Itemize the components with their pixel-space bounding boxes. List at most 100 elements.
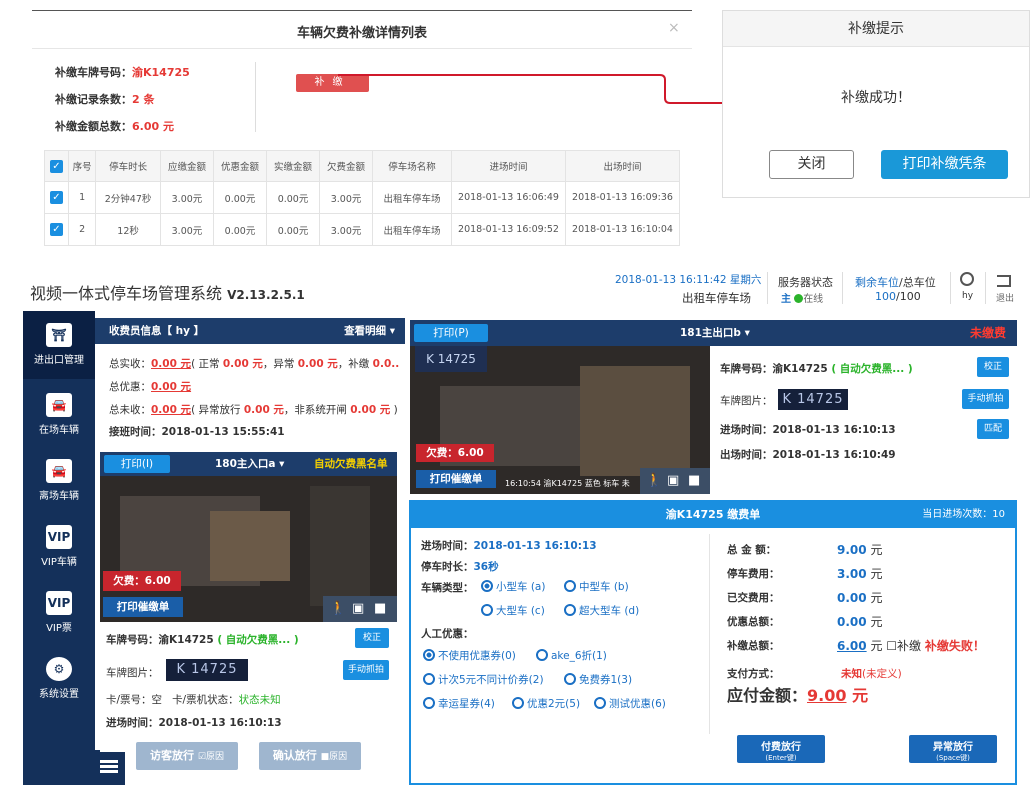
- card-label: 卡/票号：空: [106, 694, 163, 706]
- pay-duration: 停车时长：36秒: [421, 559, 499, 574]
- exit-print-button[interactable]: 打印(P): [414, 324, 488, 342]
- discount-label: 人工优惠：: [421, 628, 474, 640]
- sidebar-item-settings[interactable]: ⚙ 系统设置: [23, 653, 95, 700]
- prompt-title: 补缴提示: [723, 11, 1029, 47]
- coupon-option[interactable]: 测试优惠(6): [594, 696, 666, 711]
- exit-urge-print-button[interactable]: 打印催缴单: [416, 470, 496, 488]
- logout-label[interactable]: 退出: [996, 291, 1014, 304]
- coupon-option[interactable]: 不使用优惠券(0): [423, 648, 516, 663]
- radio-icon[interactable]: [512, 697, 524, 709]
- vehicle-type-medium[interactable]: 中型车 (b): [564, 579, 629, 594]
- radio-icon[interactable]: [481, 580, 493, 592]
- radio-icon[interactable]: [423, 673, 435, 685]
- sidebar-item-gate[interactable]: ⛩ 进出口管理: [23, 311, 95, 379]
- menu-icon[interactable]: [100, 760, 118, 763]
- entry-verify-button[interactable]: 校正: [355, 628, 389, 648]
- exit-match-button[interactable]: 匹配: [977, 419, 1009, 439]
- plate-note: ( 自动欠费黑... ): [831, 363, 913, 375]
- radio-icon[interactable]: [564, 673, 576, 685]
- row-checkbox[interactable]: ✓: [44, 181, 69, 214]
- entry-status: 自动欠费黑名单: [314, 458, 388, 470]
- exit-plate: 车牌号码：渝K14725 ( 自动欠费黑... ): [720, 361, 913, 376]
- print-receipt-button[interactable]: 打印补缴凭条: [881, 150, 1008, 179]
- vip-icon: VIP: [46, 525, 72, 549]
- sidebar-item-vip-car[interactable]: VIP VIP车辆: [23, 521, 95, 568]
- camera-scene: [310, 486, 370, 606]
- spaces-remaining: 100: [875, 290, 896, 303]
- radio-icon[interactable]: [564, 580, 576, 592]
- row-checkbox[interactable]: ✓: [44, 213, 69, 246]
- supp-checkbox[interactable]: ☐补缴: [886, 639, 921, 653]
- select-all-checkbox[interactable]: ✓: [44, 150, 69, 182]
- entry-gate-select[interactable]: 180主入口a ▾: [215, 452, 284, 476]
- online-dot-icon: [794, 294, 804, 303]
- user-icon[interactable]: [960, 272, 974, 286]
- radio-icon[interactable]: [481, 604, 493, 616]
- sidebar-item-departed[interactable]: 🚘 离场车辆: [23, 455, 95, 502]
- total-amount-label: 总 金 额：: [727, 544, 777, 556]
- entry-print-button[interactable]: 打印(I): [104, 455, 170, 473]
- person-icon[interactable]: 🚶: [330, 601, 346, 616]
- radio-icon[interactable]: [594, 697, 606, 709]
- entry-toolbar: 打印(I) 180主入口a ▾ 自动欠费黑名单: [100, 452, 397, 476]
- visitor-release-button[interactable]: 访客放行 ☑原因: [136, 742, 238, 770]
- radio-icon[interactable]: [423, 697, 435, 709]
- server-status: 主 在线: [781, 290, 823, 305]
- entry-plate: 车牌号码：渝K14725 ( 自动欠费黑... ): [106, 632, 299, 647]
- entry-urge-print-button[interactable]: 打印催缴单: [103, 597, 183, 617]
- coupon-option[interactable]: ake_6折(1): [536, 648, 607, 663]
- reason-checkbox[interactable]: ■原因: [321, 752, 348, 762]
- logout-icon[interactable]: [997, 275, 1011, 287]
- sidebar-item-onsite[interactable]: 🚘 在场车辆: [23, 389, 95, 436]
- radio-icon[interactable]: [423, 649, 435, 661]
- video-icon[interactable]: ■: [688, 473, 700, 488]
- exit-gate-select[interactable]: 181主出口b ▾: [680, 320, 750, 346]
- option-label: 优惠2元(5): [527, 698, 581, 710]
- sidebar-item-vip-ticket[interactable]: VIP VIP票: [23, 587, 95, 634]
- close-button[interactable]: 关闭: [769, 150, 854, 179]
- abnormal-release-button[interactable]: 异常放行 (Space键): [909, 735, 997, 763]
- table-header-row: ✓ 序号 停车时长 应缴金额 优惠金额 实缴金额 欠费金额 停车场名称 进场时间…: [44, 150, 680, 182]
- confirm-release-button[interactable]: 确认放行 ■原因: [259, 742, 361, 770]
- text: 进场时间：: [720, 424, 773, 436]
- exit-snap-button[interactable]: 手动抓拍: [962, 389, 1009, 409]
- close-icon[interactable]: ×: [668, 20, 680, 36]
- video-icon[interactable]: ■: [374, 601, 386, 616]
- vehicle-type-small[interactable]: 小型车 (a): [481, 579, 545, 594]
- note: (未定义): [862, 668, 902, 680]
- col-header: 停车时长: [95, 150, 161, 182]
- coupon-option[interactable]: 免费券1(3): [564, 672, 632, 687]
- cell: 2018-01-13 16:06:49: [451, 181, 566, 214]
- exit-out-time: 出场时间：2018-01-13 16:10:49: [720, 447, 896, 462]
- amount-due: 应付金额：9.00 元: [727, 682, 868, 706]
- reason-checkbox[interactable]: ☑原因: [198, 752, 224, 762]
- image-icon[interactable]: ▣: [352, 601, 364, 616]
- entry-camera-view: 欠费：6.00 打印催缴单 🚶 ▣ ■: [100, 476, 397, 622]
- entry-in-time: 进场时间：2018-01-13 16:10:13: [106, 715, 282, 730]
- view-details-dropdown[interactable]: 查看明细 ▾: [344, 318, 395, 344]
- pay-release-button[interactable]: 付费放行 (Enter键): [737, 735, 825, 763]
- radio-icon[interactable]: [564, 604, 576, 616]
- cell: 0.00元: [266, 213, 321, 246]
- vehicle-type-xlarge[interactable]: 超大型车 (d): [564, 603, 639, 618]
- col-header: 优惠金额: [212, 150, 268, 182]
- person-icon[interactable]: 🚶: [646, 473, 662, 488]
- coupon-option[interactable]: 计次5元不同计价券(2): [423, 672, 544, 687]
- option-label: 中型车 (b): [579, 581, 629, 593]
- cell: 2018-01-13 16:09:52: [451, 213, 566, 246]
- value: 0.00 元: [243, 404, 284, 416]
- image-icon[interactable]: ▣: [667, 473, 679, 488]
- divider: [32, 48, 692, 49]
- cell: 3.00元: [319, 181, 374, 214]
- radio-icon[interactable]: [536, 649, 548, 661]
- supp-total: 6.00 元 ☐补缴 补缴失败！: [837, 637, 985, 654]
- vehicle-type-large[interactable]: 大型车 (c): [481, 603, 545, 618]
- entry-snap-button[interactable]: 手动抓拍: [343, 660, 389, 680]
- pay-method-label: 支付方式：: [727, 668, 780, 680]
- exit-verify-button[interactable]: 校正: [977, 357, 1009, 377]
- supp-total: 补缴金额总数：6.00 元: [55, 118, 174, 134]
- modal-title: 车辆欠费补缴详情列表: [296, 26, 427, 41]
- coupon-option[interactable]: 优惠2元(5): [512, 696, 580, 711]
- value: 0.00 元: [222, 358, 263, 370]
- coupon-option[interactable]: 幸运星券(4): [423, 696, 495, 711]
